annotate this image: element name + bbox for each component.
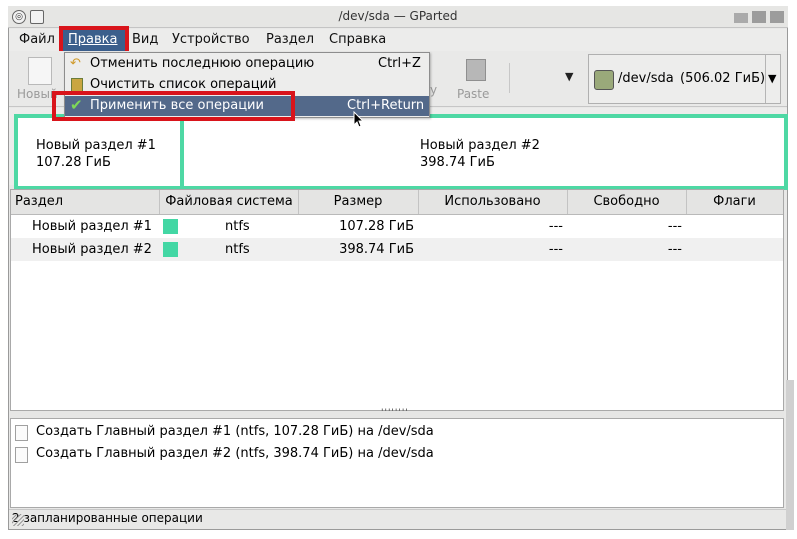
new-document-icon: [28, 57, 52, 85]
undo-icon: ↶: [70, 56, 81, 71]
graph-partition-2[interactable]: Новый раздел #2 398.74 ГиБ: [180, 114, 788, 190]
grip-icon: '''''''': [381, 408, 409, 418]
menu-help[interactable]: Справка: [329, 32, 386, 47]
close-button[interactable]: [770, 11, 784, 23]
harddisk-icon: [594, 70, 614, 90]
column-free[interactable]: Свободно: [567, 190, 687, 214]
document-icon: [15, 425, 28, 441]
column-partition[interactable]: Раздел: [11, 190, 160, 214]
document-icon: [15, 447, 28, 463]
menu-item-clear-label: Очистить список операций: [90, 77, 277, 92]
menu-item-undo-accel: Ctrl+Z: [378, 56, 421, 71]
cell-filesystem: ntfs: [225, 219, 250, 234]
paste-label: Paste: [457, 87, 490, 101]
menu-device[interactable]: Устройство: [172, 32, 250, 47]
minimize-button[interactable]: [734, 13, 748, 23]
graph-partition-1[interactable]: Новый раздел #1 107.28 ГиБ: [14, 114, 184, 190]
menu-file[interactable]: Файл: [19, 32, 55, 47]
cell-filesystem: ntfs: [225, 242, 250, 257]
graph-partition-2-size: 398.74 ГиБ: [420, 155, 495, 170]
cell-partition: Новый раздел #2: [32, 242, 152, 257]
cell-partition: Новый раздел #1: [32, 219, 152, 234]
cell-size: 398.74 ГиБ: [339, 242, 414, 257]
operation-text: Создать Главный раздел #1 (ntfs, 107.28 …: [36, 424, 434, 439]
status-text: 2 запланированные операции: [12, 511, 203, 525]
cell-size: 107.28 ГиБ: [339, 219, 414, 234]
device-divider: [765, 55, 766, 103]
column-filesystem[interactable]: Файловая система: [160, 190, 299, 214]
partition-table: Раздел Файловая система Размер Использов…: [10, 189, 784, 411]
table-row[interactable]: Новый раздел #1 ntfs 107.28 ГиБ --- ---: [11, 215, 783, 238]
cell-used: ---: [548, 242, 563, 257]
device-name: /dev/sda: [618, 71, 674, 86]
menu-item-undo[interactable]: ↶ Отменить последнюю операцию Ctrl+Z: [65, 54, 429, 74]
menu-view[interactable]: Вид: [132, 32, 158, 47]
toolbar-separator: [509, 63, 510, 93]
cell-flags: [686, 238, 781, 261]
table-header: Раздел Файловая система Размер Использов…: [11, 190, 783, 215]
filesystem-color-swatch: [163, 219, 178, 234]
paste-icon: [466, 59, 486, 81]
operations-list: Создать Главный раздел #1 (ntfs, 107.28 …: [10, 418, 784, 508]
toolbar-overflow-arrow-icon[interactable]: ▼: [565, 70, 573, 83]
cell-used: ---: [548, 219, 563, 234]
device-selector[interactable]: /dev/sda (506.02 ГиБ) ▼: [588, 54, 781, 104]
column-used[interactable]: Использовано: [418, 190, 568, 214]
paste-button[interactable]: Paste: [451, 55, 501, 103]
title-bar: ◎ /dev/sda — GParted: [8, 6, 788, 28]
menu-partition[interactable]: Раздел: [266, 32, 314, 47]
graph-partition-1-size: 107.28 ГиБ: [36, 155, 111, 170]
menu-item-undo-label: Отменить последнюю операцию: [90, 56, 315, 71]
menu-edit-label: Правка: [68, 32, 118, 47]
maximize-button[interactable]: [752, 11, 766, 23]
window-title: /dev/sda — GParted: [338, 9, 458, 23]
table-row[interactable]: Новый раздел #2 ntfs 398.74 ГиБ --- ---: [11, 238, 783, 261]
column-size[interactable]: Размер: [298, 190, 419, 214]
graph-partition-2-name: Новый раздел #2: [420, 138, 540, 153]
column-flags[interactable]: Флаги: [686, 190, 783, 214]
cell-free: ---: [667, 242, 682, 257]
scrollbar[interactable]: [786, 380, 794, 530]
clear-icon: [71, 78, 83, 92]
mouse-cursor-icon: [353, 111, 365, 128]
graph-partition-1-name: Новый раздел #1: [36, 138, 156, 153]
filesystem-color-swatch: [163, 242, 178, 257]
device-size: (506.02 ГиБ): [680, 71, 766, 86]
cell-flags: [686, 215, 781, 238]
status-bar: 2 запланированные операции: [9, 509, 787, 529]
chevron-down-icon[interactable]: ▼: [768, 72, 776, 85]
toolbar-hidden-label: y: [430, 83, 438, 97]
operation-text: Создать Главный раздел #2 (ntfs, 398.74 …: [36, 446, 434, 461]
resize-grip-icon[interactable]: [12, 514, 24, 526]
cell-free: ---: [667, 219, 682, 234]
apply-highlight-box: [52, 91, 295, 121]
